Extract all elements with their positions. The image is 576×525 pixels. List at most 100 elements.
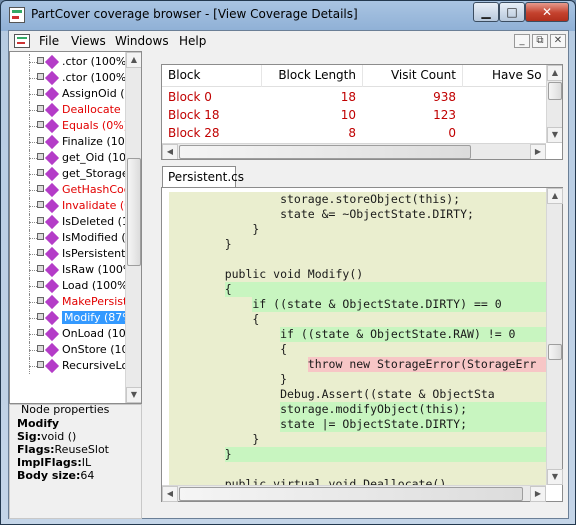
code-line: } [197,372,288,386]
code-line: storage.modifyObject(this); [197,402,468,416]
col-divider[interactable] [462,65,463,87]
menu-windows[interactable]: Windows [115,34,169,48]
code-line: } [197,432,260,446]
scroll-left-arrow-icon[interactable]: ◀ [162,486,178,502]
code-line: } [197,222,260,236]
cell-block-length: 18 [340,90,356,104]
tree-item-label: Invalidate (0 [62,199,126,212]
table-row[interactable]: Block 0 18 938 [162,88,547,106]
tree-item[interactable]: IsRaw (100% [10,262,126,278]
code-hscroll-thumb[interactable] [179,487,523,501]
scroll-down-arrow-icon[interactable]: ▼ [547,469,563,485]
mdi-close-button[interactable]: ✕ [550,34,566,48]
tree-item[interactable]: Finalize (100 [10,134,126,150]
tree-item[interactable]: OnStore (100 [10,342,126,358]
tree-item[interactable]: Invalidate (0 [10,198,126,214]
scroll-down-arrow-icon[interactable]: ▼ [547,127,562,143]
code-line: state |= ObjectState.DIRTY; [197,417,468,431]
tree-item-label: get_Storage [62,167,126,180]
title-bar[interactable]: PartCover coverage browser - [View Cover… [1,1,575,29]
code-scroll-thumb[interactable] [548,344,562,360]
grid-scroll-thumb[interactable] [548,82,562,100]
source-view[interactable]: storage.storeObject(this); state &= ~Obj… [161,187,563,502]
tree-item[interactable]: IsPersistent ( [10,246,126,262]
leaf-marker-icon [37,313,44,320]
leaf-marker-icon [37,121,44,128]
scroll-right-arrow-icon[interactable]: ▶ [530,144,546,159]
code-line: } [197,447,232,461]
scroll-left-arrow-icon[interactable]: ◀ [162,144,178,159]
blocks-grid[interactable]: Block Block Length Visit Count Have So B… [161,64,563,160]
scroll-up-arrow-icon[interactable]: ▲ [547,65,562,81]
scroll-right-arrow-icon[interactable]: ▶ [530,486,546,502]
code-line: { [197,282,232,296]
table-row[interactable]: Block 18 10 123 [162,106,547,124]
code-vertical-scrollbar[interactable]: ▲ ▼ [546,188,563,485]
tree-item[interactable]: get_Storage [10,166,126,182]
tree-connector [29,254,37,255]
tree-connector [29,142,37,143]
menu-views[interactable]: Views [71,34,106,48]
tree-item[interactable]: RecursiveLo [10,358,126,374]
method-icon [44,326,60,342]
mdi-minimize-button[interactable]: _ [514,34,530,48]
col-header-block-length[interactable]: Block Length [262,68,356,82]
minimize-button[interactable]: ▁ [473,2,499,22]
tree-item[interactable]: MakePersiste [10,294,126,310]
mdi-child-icon[interactable] [14,34,30,48]
grid-hscroll-thumb[interactable] [179,145,471,159]
cell-block: Block 18 [168,108,220,122]
menu-file[interactable]: File [39,34,59,48]
tree-scroll-thumb[interactable] [127,158,141,266]
grid-vertical-scrollbar[interactable]: ▲ ▼ [546,65,562,143]
maximize-button[interactable]: □ [499,2,525,22]
tree-item-label: .ctor (100%) [62,55,126,68]
col-header-block[interactable]: Block [168,68,200,82]
col-header-have-source[interactable]: Have So [492,68,542,82]
method-icon [44,102,60,118]
tree-item[interactable]: GetHashCod [10,182,126,198]
tree-item-label: Equals (0%) [62,119,126,132]
menu-help[interactable]: Help [179,34,206,48]
leaf-marker-icon [37,153,44,160]
grid-horizontal-scrollbar[interactable]: ◀ ▶ [162,143,546,159]
scroll-down-arrow-icon[interactable]: ▼ [126,387,141,403]
col-header-visit-count[interactable]: Visit Count [362,68,456,82]
tree-vertical-scrollbar[interactable]: ▲ ▼ [125,52,141,403]
mdi-restore-button[interactable]: ⧉ [532,34,548,48]
tree-item[interactable]: OnLoad (100 [10,326,126,342]
tree-item[interactable]: Equals (0%) [10,118,126,134]
coverage-tree[interactable]: .ctor (100%) .ctor (100%) AssignOid (1 Deal… [9,51,142,404]
leaf-marker-icon [37,105,44,112]
tree-item-label: get_Oid (100 [62,151,126,164]
close-button[interactable]: ✕ [525,2,569,22]
cell-block: Block 28 [168,126,220,140]
tree-item-label: OnStore (100 [62,343,126,356]
tree-item[interactable]: IsModified (1 [10,230,126,246]
method-icon [44,310,60,326]
tree-connector [29,286,37,287]
implflags-value: IL [81,456,92,469]
tree-item[interactable]: .ctor (100%) [10,70,126,86]
tree-connector [29,158,37,159]
tree-item[interactable]: Modify (87%) [10,310,126,326]
tree-item[interactable]: IsDeleted (10 [10,214,126,230]
tree-item[interactable]: Load (100%) [10,278,126,294]
scroll-up-arrow-icon[interactable]: ▲ [126,52,141,68]
code-horizontal-scrollbar[interactable]: ◀ ▶ [162,485,546,502]
menu-bar: File Views Windows Help _ ⧉ ✕ [9,31,568,51]
leaf-marker-icon [37,169,44,176]
table-row[interactable]: Block 28 8 0 [162,124,547,142]
method-icon [44,70,60,86]
method-icon [44,246,60,262]
tree-item[interactable]: .ctor (100%) [10,54,126,70]
code-line: throw new StorageError(StorageErr [197,357,537,371]
tree-item[interactable]: Deallocate (0 [10,102,126,118]
leaf-marker-icon [37,345,44,352]
body-size-value: 64 [80,469,95,482]
tree-item[interactable]: AssignOid (1 [10,86,126,102]
tree-item[interactable]: get_Oid (100 [10,150,126,166]
tree-item-label: AssignOid (1 [62,87,126,100]
tab-persistent-cs[interactable]: Persistent.cs [162,166,244,188]
scroll-up-arrow-icon[interactable]: ▲ [547,188,563,204]
